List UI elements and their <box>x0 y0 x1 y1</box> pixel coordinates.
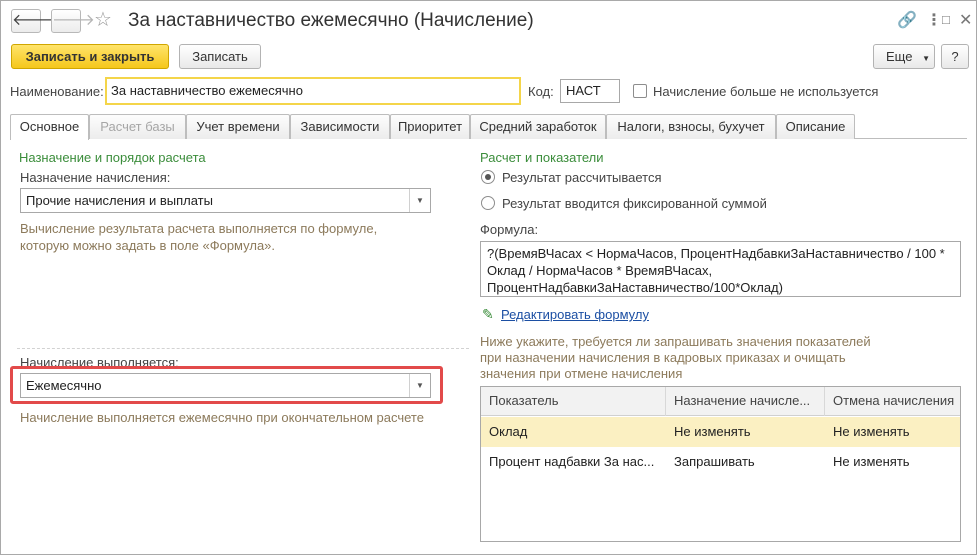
purpose-hint-line-1: Вычисление результата расчета выполняетс… <box>20 221 378 236</box>
column-header-assignment[interactable]: Назначение начисле... <box>666 387 825 416</box>
tab-time-tracking[interactable]: Учет времени <box>186 114 290 139</box>
unused-label: Начисление больше не используется <box>653 84 879 99</box>
unused-checkbox[interactable] <box>633 84 647 98</box>
table-row[interactable]: Процент надбавки За нас... Запрашивать Н… <box>481 447 960 477</box>
name-field[interactable]: За наставничество ежемесячно <box>105 77 521 105</box>
radio-calculated-label: Результат рассчитывается <box>502 170 662 185</box>
save-button[interactable]: Записать <box>179 44 261 69</box>
right-section-title: Расчет и показатели <box>480 150 604 165</box>
back-button[interactable]: 🡐 <box>11 9 55 33</box>
formula-label: Формула: <box>480 222 539 237</box>
formula-line-3: ПроцентНадбавкиЗаНаставничество/100*Окла… <box>487 280 783 295</box>
save-and-close-button[interactable]: Записать и закрыть <box>11 44 169 69</box>
form-window: 🡐 🡒 ☆ За наставничество ежемесячно (Начи… <box>0 0 977 555</box>
arrow-left-icon: 🡐 <box>12 12 55 29</box>
highlight-frame <box>10 366 443 404</box>
chevron-down-icon: ▼ <box>922 54 930 63</box>
forward-button[interactable]: 🡒 <box>51 9 95 33</box>
close-icon[interactable]: ✕ <box>959 10 972 30</box>
table-cell: Запрашивать <box>674 454 755 469</box>
table-row[interactable]: Оклад Не изменять Не изменять <box>481 417 960 447</box>
formula-field[interactable]: ?(ВремяВЧасах < НормаЧасов, ПроцентНадба… <box>480 241 961 297</box>
purpose-label: Назначение начисления: <box>20 170 171 185</box>
tab-average-earnings[interactable]: Средний заработок <box>470 114 606 139</box>
tab-base-calculation[interactable]: Расчет базы <box>89 114 186 139</box>
chevron-down-icon[interactable]: ▼ <box>409 189 430 212</box>
formula-line-2: Оклад / НормаЧасов * ВремяВЧасах, <box>487 263 713 278</box>
name-label: Наименование: <box>10 84 104 99</box>
edit-formula-link[interactable]: Редактировать формулу <box>501 307 649 322</box>
indicators-hint-line-2: при назначении начисления в кадровых при… <box>480 350 846 365</box>
maximize-icon[interactable]: □ <box>942 12 950 27</box>
divider <box>17 348 469 349</box>
left-section-title: Назначение и порядок расчета <box>19 150 206 165</box>
indicators-hint-line-3: значения при отмене начисления <box>480 366 683 381</box>
code-label: Код: <box>528 84 554 99</box>
more-label: Еще <box>886 49 913 64</box>
table-cell: Не изменять <box>833 424 910 439</box>
column-header-indicator[interactable]: Показатель <box>481 387 666 416</box>
table-cell: Не изменять <box>674 424 751 439</box>
radio-calculated[interactable] <box>481 170 495 184</box>
link-icon[interactable]: 🔗 <box>897 10 917 30</box>
page-title: За наставничество ежемесячно (Начисление… <box>128 10 534 31</box>
tab-dependencies[interactable]: Зависимости <box>290 114 390 139</box>
code-field[interactable]: НАСТ <box>560 79 620 103</box>
arrow-right-icon: 🡒 <box>52 12 95 29</box>
radio-fixed[interactable] <box>481 196 495 210</box>
tab-taxes[interactable]: Налоги, взносы, бухучет <box>606 114 776 139</box>
tab-main[interactable]: Основное <box>10 114 89 140</box>
pencil-icon: ✎ <box>482 306 494 322</box>
tab-description[interactable]: Описание <box>776 114 855 139</box>
help-button[interactable]: ? <box>941 44 969 69</box>
table-header: Показатель Назначение начисле... Отмена … <box>481 387 960 416</box>
more-button[interactable]: Еще ▼ <box>873 44 935 69</box>
purpose-select[interactable]: Прочие начисления и выплаты ▼ <box>20 188 431 213</box>
indicators-hint-line-1: Ниже укажите, требуется ли запрашивать з… <box>480 334 871 349</box>
purpose-value: Прочие начисления и выплаты <box>26 193 213 208</box>
tab-priority[interactable]: Приоритет <box>390 114 470 139</box>
purpose-hint-line-2: которую можно задать в поле «Формула». <box>20 238 276 253</box>
radio-fixed-label: Результат вводится фиксированной суммой <box>502 196 767 211</box>
more-vertical-icon[interactable]: ⋮ <box>926 10 942 30</box>
star-icon[interactable]: ☆ <box>94 7 112 32</box>
column-header-cancel[interactable]: Отмена начисления <box>825 387 962 416</box>
table-cell: Процент надбавки За нас... <box>489 454 655 469</box>
indicators-table[interactable]: Показатель Назначение начисле... Отмена … <box>480 386 961 542</box>
formula-line-1: ?(ВремяВЧасах < НормаЧасов, ПроцентНадба… <box>487 246 945 261</box>
exec-hint: Начисление выполняется ежемесячно при ок… <box>20 410 424 425</box>
table-cell: Не изменять <box>833 454 910 469</box>
table-cell: Оклад <box>489 424 528 439</box>
